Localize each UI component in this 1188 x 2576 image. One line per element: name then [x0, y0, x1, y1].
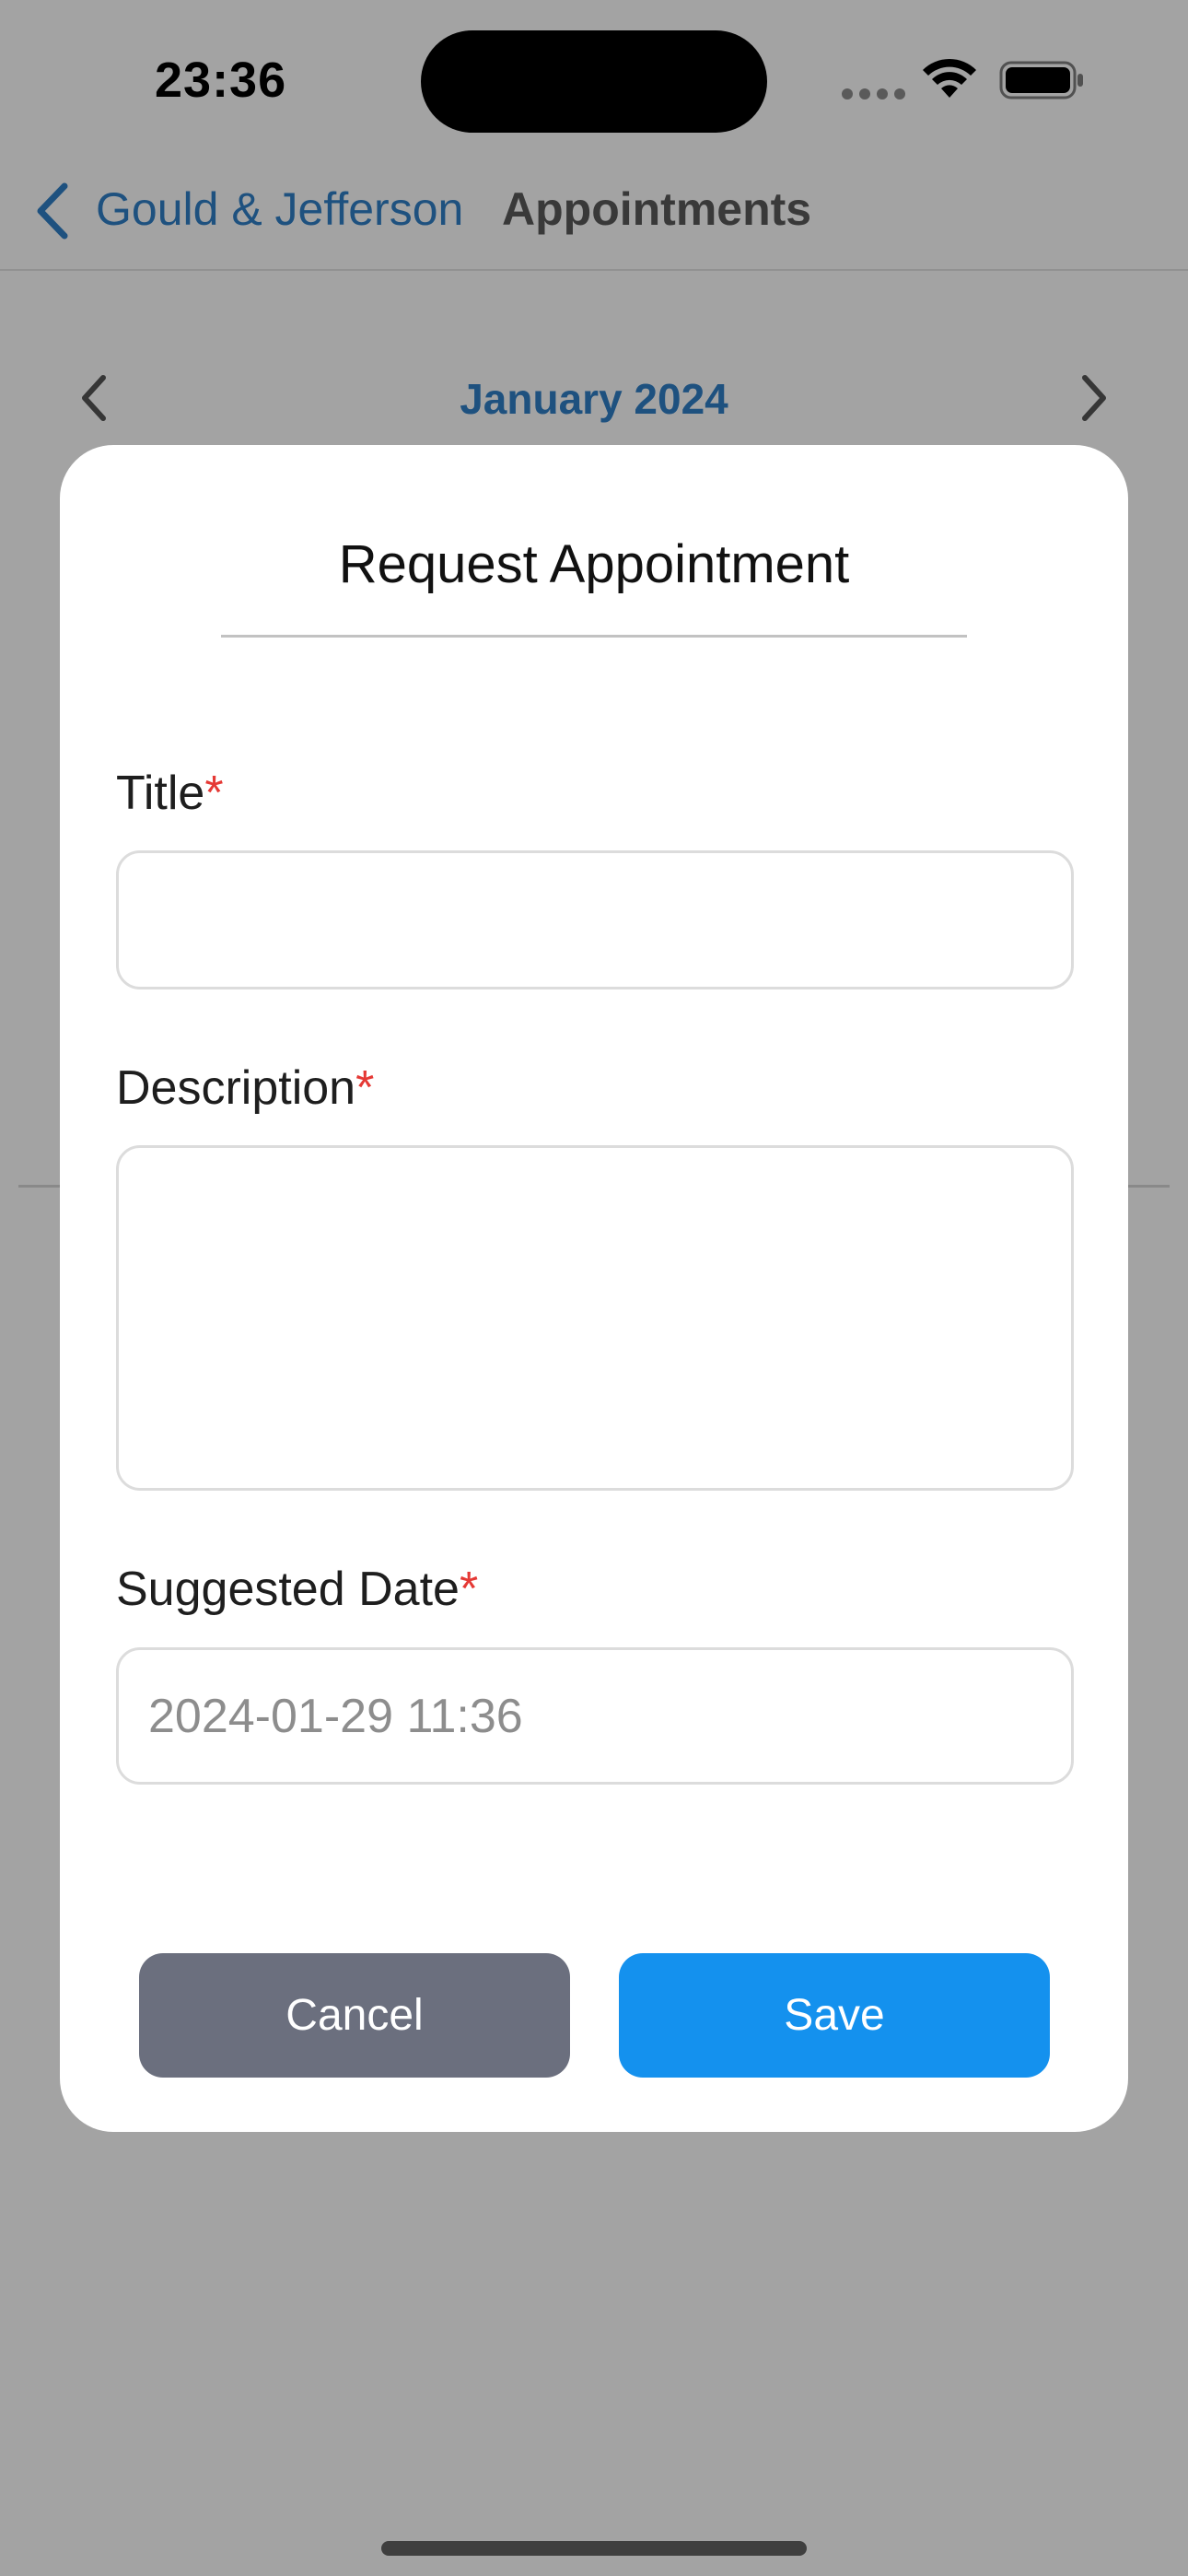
cancel-button[interactable]: Cancel — [139, 1953, 570, 2078]
description-label: Description* — [116, 1060, 374, 1116]
required-mark: * — [355, 1061, 375, 1115]
description-label-text: Description — [116, 1061, 356, 1115]
required-mark: * — [204, 767, 224, 820]
suggested-date-label: Suggested Date* — [116, 1562, 478, 1617]
title-input[interactable] — [116, 850, 1074, 989]
save-button[interactable]: Save — [619, 1953, 1050, 2078]
title-label: Title* — [116, 766, 224, 821]
description-input[interactable] — [116, 1145, 1074, 1491]
suggested-date-label-text: Suggested Date — [116, 1563, 460, 1616]
dialog-title: Request Appointment — [338, 534, 850, 594]
title-label-text: Title — [116, 767, 205, 820]
required-mark: * — [459, 1563, 479, 1616]
home-indicator[interactable] — [381, 2541, 807, 2556]
suggested-date-input[interactable] — [116, 1647, 1074, 1785]
title-divider — [221, 635, 967, 638]
request-appointment-dialog: Request Appointment Title* Description* … — [60, 445, 1128, 2132]
